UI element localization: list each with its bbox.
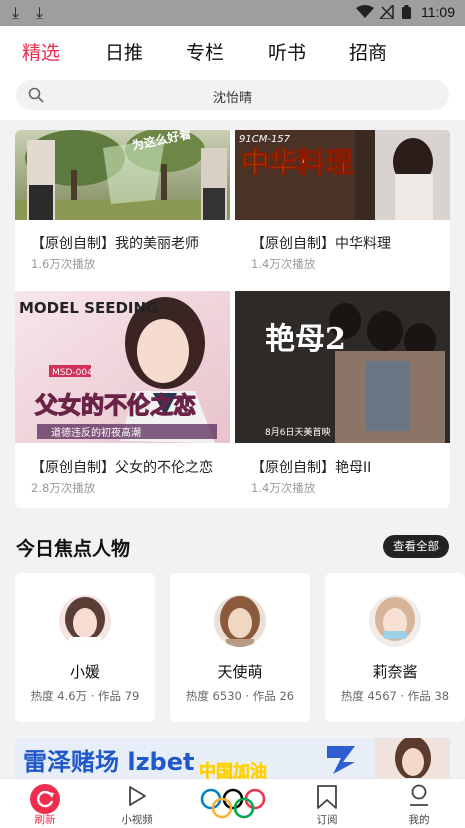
video-plays: 2.8万次播放	[31, 481, 96, 495]
video-plays: 1.6万次播放	[31, 257, 96, 271]
avatar[interactable]	[214, 595, 266, 647]
nav-profile[interactable]: 我的	[379, 779, 459, 828]
section-title: 今日焦点人物	[16, 538, 131, 560]
nav-olympics[interactable]: 中国加油	[192, 761, 272, 828]
status-bar: ⤓ ⤓ 11:09	[0, 0, 465, 26]
person-stats: 热度 6530 · 作品 26	[185, 689, 295, 703]
thumbnail-brand: MODEL SEEDING	[19, 299, 158, 317]
search-bar[interactable]: 沈怡晴	[16, 80, 449, 110]
video-title[interactable]: 【原创自制】中华料理	[251, 233, 391, 253]
thumbnail-overlay-text: 艳母2	[265, 322, 346, 357]
tab-daily[interactable]: 日推	[105, 38, 143, 65]
header: 精选 日推 专栏 听书 招商 沈怡晴	[0, 26, 465, 120]
tab-audiobook[interactable]: 听书	[268, 38, 306, 65]
wifi-icon	[356, 5, 374, 18]
tab-business[interactable]: 招商	[349, 38, 387, 65]
video-card[interactable]: 为这么好看 【原创自制】我的美丽老师 1.6万次播放	[15, 130, 230, 271]
person-card[interactable]: 天使萌 热度 6530 · 作品 26	[170, 573, 310, 722]
person-card[interactable]: 小媛 热度 4.6万 · 作品 79	[15, 573, 155, 722]
video-thumbnail[interactable]: 艳母2 8月6日天美首映	[235, 291, 450, 443]
refresh-icon	[30, 784, 60, 814]
ad-banner-text: 雷泽赌场 lzbet	[23, 748, 194, 776]
video-title[interactable]: 【原创自制】艳母II	[251, 457, 371, 477]
person-stats: 热度 4567 · 作品 38	[340, 689, 450, 703]
see-all-button[interactable]: 查看全部	[383, 535, 449, 558]
video-title[interactable]: 【原创自制】我的美丽老师	[31, 233, 199, 253]
signal-off-icon	[380, 5, 394, 19]
status-time: 11:09	[421, 4, 455, 20]
olympic-rings-icon: 中国加油	[199, 761, 267, 819]
person-name: 小媛	[69, 663, 100, 681]
video-thumbnail[interactable]: 为这么好看	[15, 130, 230, 220]
tab-column[interactable]: 专栏	[186, 38, 224, 65]
bookmark-icon	[317, 785, 337, 809]
person-name: 莉奈酱	[372, 663, 418, 681]
video-card[interactable]: 艳母2 8月6日天美首映 【原创自制】艳母II 1.4万次播放	[235, 291, 450, 495]
video-grid: 为这么好看 【原创自制】我的美丽老师 1.6万次播放 91CM-157 中华料理…	[15, 130, 450, 508]
nav-label: 小视频	[121, 814, 153, 826]
avatar[interactable]	[59, 595, 111, 647]
bottom-nav: 刷新 小视频 中国加油 订阅 我的	[0, 761, 465, 828]
tab-bar: 精选 日推 专栏 听书 招商	[0, 38, 465, 66]
avatar[interactable]	[369, 595, 421, 647]
video-plays: 1.4万次播放	[251, 257, 316, 271]
badge-text: 中国加油	[199, 761, 267, 782]
nav-refresh[interactable]: 刷新	[5, 779, 85, 828]
person-card[interactable]: 莉奈酱 热度 4567 · 作品 38	[325, 573, 465, 722]
thumbnail-overlay-text: 中华料理	[241, 146, 353, 179]
thumbnail-code: 91CM-157	[239, 134, 291, 145]
user-icon	[410, 784, 428, 806]
person-name: 天使萌	[217, 663, 263, 681]
video-thumbnail[interactable]: 91CM-157 中华料理	[235, 130, 450, 220]
nav-label: 刷新	[34, 814, 56, 826]
video-plays: 1.4万次播放	[251, 481, 316, 495]
thumbnail-date-note: 8月6日天美首映	[265, 426, 330, 438]
video-thumbnail[interactable]: MODEL SEEDING MSD-004 父女的不伦之恋 道德违反的初夜高潮	[15, 291, 230, 443]
person-stats: 热度 4.6万 · 作品 79	[30, 689, 140, 703]
thumbnail-overlay-text: 父女的不伦之恋	[35, 392, 196, 419]
video-card[interactable]: 91CM-157 中华料理 【原创自制】中华料理 1.4万次播放	[235, 130, 450, 271]
nav-subscribe[interactable]: 订阅	[287, 779, 367, 828]
search-input[interactable]: 沈怡晴	[16, 87, 449, 106]
download-icon: ⤓	[36, 3, 44, 22]
tab-featured[interactable]: 精选	[22, 38, 60, 65]
nav-short-video[interactable]: 小视频	[97, 779, 177, 828]
battery-icon	[402, 5, 411, 19]
video-title[interactable]: 【原创自制】父女的不伦之恋	[31, 457, 213, 477]
play-icon	[129, 786, 146, 806]
thumbnail-code: MSD-004	[52, 368, 93, 378]
video-card[interactable]: MODEL SEEDING MSD-004 父女的不伦之恋 道德违反的初夜高潮 …	[15, 291, 230, 495]
thumbnail-subtitle: 道德违反的初夜高潮	[51, 426, 141, 439]
download-icon: ⤓	[12, 3, 20, 22]
nav-label: 订阅	[316, 814, 338, 826]
nav-label: 我的	[408, 814, 430, 826]
